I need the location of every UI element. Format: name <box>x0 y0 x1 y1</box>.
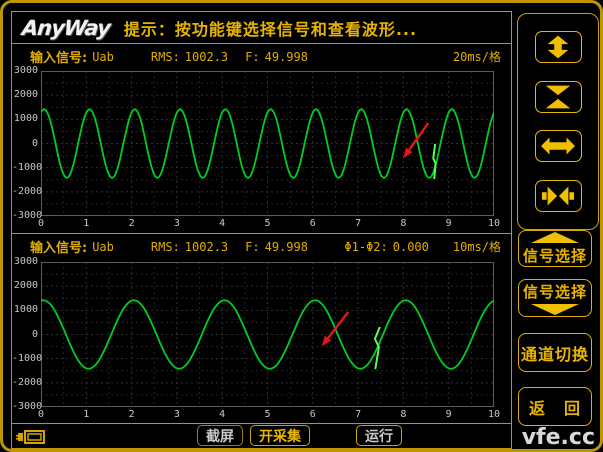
anyway-logo: AnyWay <box>20 15 112 40</box>
x-axis-tick-label: 9 <box>445 409 452 420</box>
y-axis-tick-label: -1000 <box>12 352 43 364</box>
x-axis-tick-label: 6 <box>309 409 316 420</box>
x-axis-tick-label: 5 <box>264 409 271 420</box>
y-axis-tick-label: 0 <box>31 137 38 149</box>
waveform-plot-1 <box>41 71 494 216</box>
expand-vertical-icon <box>547 36 569 59</box>
signal-select-up-label: 信号选择 <box>522 246 587 265</box>
return-label-right: 回 <box>563 398 581 418</box>
rms-readout: RMS: 1002.3 <box>146 50 228 64</box>
x-axis-tick-label: 10 <box>487 218 501 229</box>
expand-horizontal-button[interactable] <box>534 130 582 163</box>
rms-value: 1002.3 <box>184 239 229 254</box>
freq-readout: F: 49.998 <box>240 240 308 254</box>
signal-select-down-label: 信号选择 <box>522 283 587 301</box>
phase-value: 0.000 <box>392 239 429 254</box>
x-axis-tick-label: 2 <box>128 218 135 229</box>
y-axis-tick-label: 1000 <box>13 113 38 125</box>
x-axis-tick-label: 2 <box>128 409 135 420</box>
waveform-panel-1: 输入信号: Uab RMS: 1002.3 F: 49.998 20ms/格 3… <box>12 44 511 234</box>
start-capture-button[interactable]: 开采集 <box>250 425 310 446</box>
freq-value: 49.998 <box>264 239 308 254</box>
x-axis-tick-label: 3 <box>173 409 180 420</box>
x-axis-tick-label: 4 <box>219 409 226 420</box>
compress-horizontal-button[interactable] <box>534 179 582 212</box>
x-axis-tick-label: 4 <box>219 218 226 229</box>
rms-readout: RMS: 1002.3 <box>146 240 228 254</box>
phase-label: Φ1-Φ2: <box>344 239 388 254</box>
title-bar: AnyWay 提示：按功能键选择信号和查看波形... <box>12 12 511 44</box>
x-axis-tick-label: 3 <box>173 218 180 229</box>
x-axis-tick-label: 0 <box>37 218 45 229</box>
rms-label: RMS: <box>150 239 180 254</box>
x-axis-tick-label: 7 <box>355 409 362 420</box>
hint-text: 提示：按功能键选择信号和查看波形... <box>123 19 418 39</box>
y-axis-tick-label: 0 <box>31 328 38 340</box>
panel-2-header: 输入信号: Uab RMS: 1002.3 F: 49.998 Φ1-Φ2: 0… <box>30 237 501 257</box>
timebase-readout: 10ms/格 <box>452 240 501 254</box>
x-axis-tick-label: 5 <box>264 218 271 229</box>
sidebar: 信号选择 信号选择 通道切换 返 回 <box>515 11 600 449</box>
y-axis-tick-label: 2000 <box>13 89 38 101</box>
freq-label: F: <box>245 239 260 254</box>
compress-vertical-icon <box>545 85 571 109</box>
zoom-button-group <box>517 13 599 230</box>
x-axis-tick-label: 7 <box>355 218 362 229</box>
panel-1-header: 输入信号: Uab RMS: 1002.3 F: 49.998 20ms/格 <box>30 47 501 67</box>
waveform-svg-1 <box>41 71 494 216</box>
compress-vertical-button[interactable] <box>534 80 582 113</box>
return-button[interactable]: 返 回 <box>518 387 592 426</box>
y-axis-tick-label: 2000 <box>13 280 38 292</box>
x-axis-tick-label: 9 <box>445 218 452 229</box>
x-axis-tick-label: 0 <box>37 409 45 420</box>
y-axis-tick-label: 1000 <box>13 304 38 316</box>
y-axis-tick-label: -1000 <box>12 161 43 173</box>
timebase-readout: 20ms/格 <box>452 50 501 64</box>
analyzer-screen: AnyWay 提示：按功能键选择信号和查看波形... 输入信号: Uab RMS… <box>0 0 603 452</box>
return-label-left: 返 <box>529 398 547 418</box>
main-column: AnyWay 提示：按功能键选择信号和查看波形... 输入信号: Uab RMS… <box>11 11 512 449</box>
freq-readout: F: 49.998 <box>240 50 308 64</box>
y-axis-tick-label: 3000 <box>13 65 38 76</box>
x-axis-tick-label: 8 <box>400 218 407 229</box>
signal-select-down-button[interactable]: 信号选择 <box>518 279 592 317</box>
expand-vertical-button[interactable] <box>534 31 582 64</box>
expand-horizontal-icon <box>541 137 575 155</box>
signal-label: 输入信号: <box>30 241 88 256</box>
y-axis-tick-label: -2000 <box>12 376 43 388</box>
signal-value: Uab <box>92 239 114 254</box>
channel-switch-button[interactable]: 通道切换 <box>518 333 592 372</box>
phase-readout: Φ1-Φ2: 0.000 <box>339 240 428 254</box>
waveform-svg-2 <box>41 262 494 407</box>
compress-horizontal-icon <box>541 186 575 206</box>
run-button[interactable]: 运行 <box>356 425 402 446</box>
y-axis-tick-label: -2000 <box>12 185 43 197</box>
x-axis-tick-label: 6 <box>309 218 316 229</box>
signal-label: 输入信号: <box>30 51 88 66</box>
signal-select-up-button[interactable]: 信号选择 <box>518 230 592 267</box>
signal-value: Uab <box>92 49 114 64</box>
triangle-down-icon <box>531 304 579 315</box>
rms-label: RMS: <box>150 49 180 64</box>
freq-label: F: <box>245 49 260 64</box>
screenshot-button[interactable]: 截屏 <box>197 425 243 446</box>
x-axis-tick-label: 10 <box>487 409 501 420</box>
waveform-panel-2: 输入信号: Uab RMS: 1002.3 F: 49.998 Φ1-Φ2: 0… <box>12 234 511 424</box>
signal-readout: 输入信号: Uab <box>30 47 114 67</box>
x-axis-tick-label: 8 <box>400 409 407 420</box>
x-axis-tick-label: 1 <box>83 218 90 229</box>
signal-readout: 输入信号: Uab <box>30 237 114 257</box>
x-axis-tick-label: 1 <box>83 409 90 420</box>
waveform-plot-2 <box>41 262 494 407</box>
triangle-up-icon <box>531 231 579 243</box>
power-status-icon <box>16 429 46 449</box>
freq-value: 49.998 <box>264 49 308 64</box>
rms-value: 1002.3 <box>184 49 229 64</box>
y-axis-tick-label: 3000 <box>13 256 38 267</box>
bottom-bar: 截屏 开采集 运行 <box>12 424 511 449</box>
vfe-watermark: vfe.cc <box>521 425 595 450</box>
